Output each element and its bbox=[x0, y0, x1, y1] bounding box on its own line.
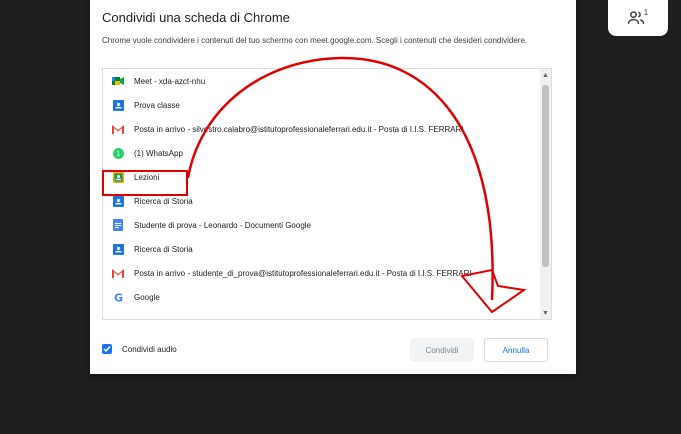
scrollbar[interactable]: ▲ ▼ bbox=[540, 69, 551, 319]
checkmark-icon bbox=[103, 346, 111, 353]
people-icon bbox=[627, 11, 645, 24]
tab-label: Posta in arrivo - silvestro.calabro@isti… bbox=[134, 124, 464, 134]
dialog-title: Condividi una scheda di Chrome bbox=[102, 10, 290, 25]
dialog-description: Chrome vuole condividere i contenuti del… bbox=[102, 36, 528, 45]
google-icon: G bbox=[112, 291, 124, 303]
annotation-highlight-box bbox=[102, 170, 188, 196]
docs-icon bbox=[112, 219, 124, 231]
tab-label: Ricerca di Storia bbox=[134, 244, 193, 254]
gmail-icon bbox=[112, 267, 124, 279]
cancel-button[interactable]: Annulla bbox=[484, 338, 548, 362]
share-audio-option[interactable]: Condividi audio bbox=[102, 344, 177, 354]
scroll-thumb[interactable] bbox=[542, 85, 549, 267]
participants-count: 1 bbox=[643, 7, 649, 17]
classroom-icon bbox=[112, 195, 124, 207]
tab-label: Posta in arrivo - studente_di_prova@isti… bbox=[134, 268, 472, 278]
list-item[interactable]: 1 (1) WhatsApp bbox=[103, 141, 533, 165]
tab-label: Meet - xda-azct-nhu bbox=[134, 76, 206, 86]
list-item[interactable]: Meet - xda-azct-nhu bbox=[103, 69, 533, 93]
list-item[interactable]: Studente di prova - Leonardo - Documenti… bbox=[103, 213, 533, 237]
participants-button[interactable]: 1 bbox=[608, 0, 668, 36]
list-item[interactable]: Prova classe bbox=[103, 93, 533, 117]
list-item[interactable]: Posta in arrivo - studente_di_prova@isti… bbox=[103, 261, 533, 285]
list-item[interactable]: Ricerca di Storia bbox=[103, 237, 533, 261]
whatsapp-icon: 1 bbox=[112, 147, 124, 159]
svg-text:1: 1 bbox=[116, 150, 120, 158]
scroll-up-icon[interactable]: ▲ bbox=[540, 69, 551, 81]
gmail-icon bbox=[112, 123, 124, 135]
tab-label: Google bbox=[134, 292, 160, 302]
classroom-icon bbox=[112, 243, 124, 255]
tab-label: (1) WhatsApp bbox=[134, 148, 183, 158]
tab-label: Studente di prova - Leonardo - Documenti… bbox=[134, 220, 311, 230]
svg-text:G: G bbox=[113, 292, 122, 303]
meet-icon bbox=[112, 75, 124, 87]
list-item[interactable]: Posta in arrivo - silvestro.calabro@isti… bbox=[103, 117, 533, 141]
tab-label: Ricerca di Storia bbox=[134, 196, 193, 206]
scroll-down-icon[interactable]: ▼ bbox=[540, 307, 551, 319]
list-item[interactable]: G Google bbox=[103, 285, 533, 309]
share-audio-checkbox[interactable] bbox=[102, 344, 112, 354]
share-button[interactable]: Condividi bbox=[410, 338, 474, 362]
share-audio-label: Condividi audio bbox=[122, 344, 177, 354]
classroom-icon bbox=[112, 99, 124, 111]
tab-label: Prova classe bbox=[134, 100, 180, 110]
